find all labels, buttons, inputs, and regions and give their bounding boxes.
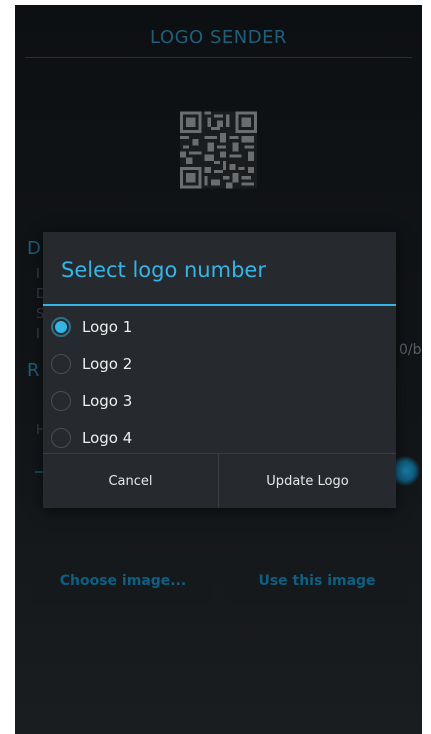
radio-checked-icon[interactable] bbox=[51, 316, 71, 337]
use-this-image-button[interactable]: Use this image bbox=[225, 556, 409, 606]
qr-code-icon bbox=[180, 111, 257, 189]
bg-section-heading: D bbox=[27, 238, 41, 259]
bg-text-line: I bbox=[36, 327, 40, 342]
option-label: Logo 4 bbox=[82, 428, 133, 447]
bg-body-text: 0/b bbox=[399, 342, 422, 358]
phone-screen: LOGO SENDER D I D S I R H 0/b Choose ima… bbox=[15, 5, 422, 734]
bg-text-line: I bbox=[36, 267, 40, 282]
dialog-title-divider bbox=[43, 304, 396, 306]
dialog-title: Select logo number bbox=[61, 258, 266, 282]
logo-option-2[interactable]: Logo 2 bbox=[43, 345, 396, 382]
choose-image-button[interactable]: Choose image... bbox=[32, 556, 214, 606]
cancel-button[interactable]: Cancel bbox=[43, 454, 218, 508]
option-label: Logo 1 bbox=[82, 317, 133, 336]
bg-section-heading: R bbox=[27, 360, 40, 381]
option-label: Logo 3 bbox=[82, 391, 133, 410]
select-logo-dialog: Select logo number Logo 1 Logo 2 Logo 3 … bbox=[43, 232, 396, 508]
logo-option-1[interactable]: Logo 1 bbox=[43, 308, 396, 345]
option-label: Logo 2 bbox=[82, 354, 133, 373]
radio-unchecked-icon[interactable] bbox=[51, 427, 71, 448]
app-title: LOGO SENDER bbox=[150, 27, 287, 48]
radio-unchecked-icon[interactable] bbox=[51, 390, 71, 411]
logo-option-4[interactable]: Logo 4 bbox=[43, 419, 396, 456]
logo-option-3[interactable]: Logo 3 bbox=[43, 382, 396, 419]
update-logo-button[interactable]: Update Logo bbox=[219, 454, 396, 508]
radio-unchecked-icon[interactable] bbox=[51, 353, 71, 374]
title-divider bbox=[25, 57, 412, 58]
